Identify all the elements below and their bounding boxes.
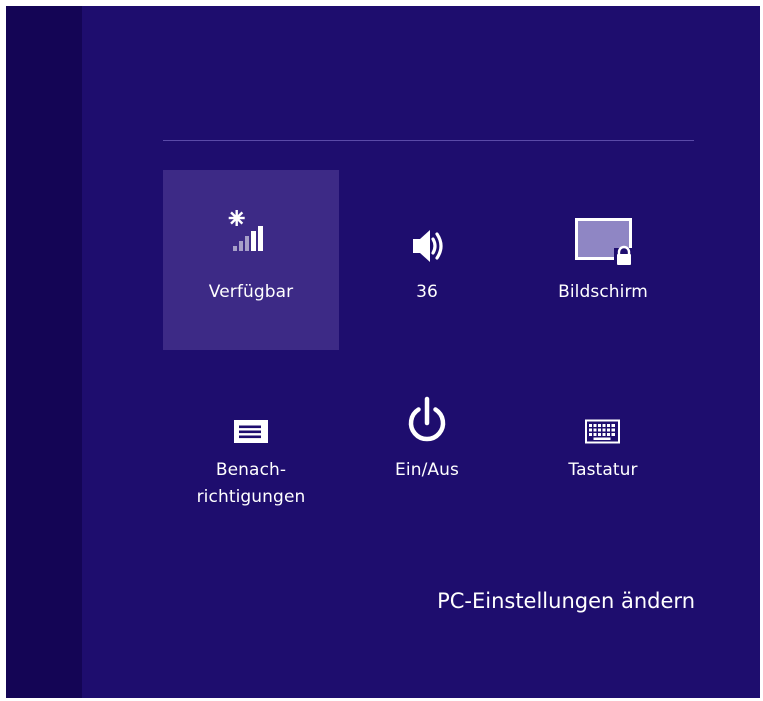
screen-label: Bildschirm	[558, 282, 648, 302]
notifications-label: Benach- richtigungen	[163, 457, 339, 511]
keyboard-label: Tastatur	[568, 460, 638, 480]
notifications-label-line1: Benach-	[215, 460, 287, 480]
notifications-label-line2: richtigungen	[196, 487, 306, 507]
divider	[163, 140, 694, 141]
wifi-signal-icon	[163, 170, 339, 270]
network-label: Verfügbar	[208, 282, 294, 302]
keyboard-icon	[515, 348, 691, 448]
change-pc-settings-link[interactable]: PC-Einstellungen ändern	[437, 586, 695, 616]
notification-icon	[163, 348, 339, 448]
settings-charm: Verfügbar 36 Bildschirm Benach- richtigu…	[6, 6, 760, 698]
screen-tile[interactable]: Bildschirm	[515, 170, 691, 350]
power-icon	[339, 348, 515, 448]
power-label: Ein/Aus	[395, 460, 459, 480]
left-edge-strip	[6, 6, 82, 698]
network-tile[interactable]: Verfügbar	[163, 170, 339, 350]
volume-label: 36	[416, 282, 438, 302]
keyboard-tile[interactable]: Tastatur	[515, 348, 691, 528]
power-tile[interactable]: Ein/Aus	[339, 348, 515, 528]
screen-lock-icon	[515, 170, 691, 270]
speaker-icon	[339, 170, 515, 270]
volume-tile[interactable]: 36	[339, 170, 515, 350]
notifications-tile[interactable]: Benach- richtigungen	[163, 348, 339, 528]
